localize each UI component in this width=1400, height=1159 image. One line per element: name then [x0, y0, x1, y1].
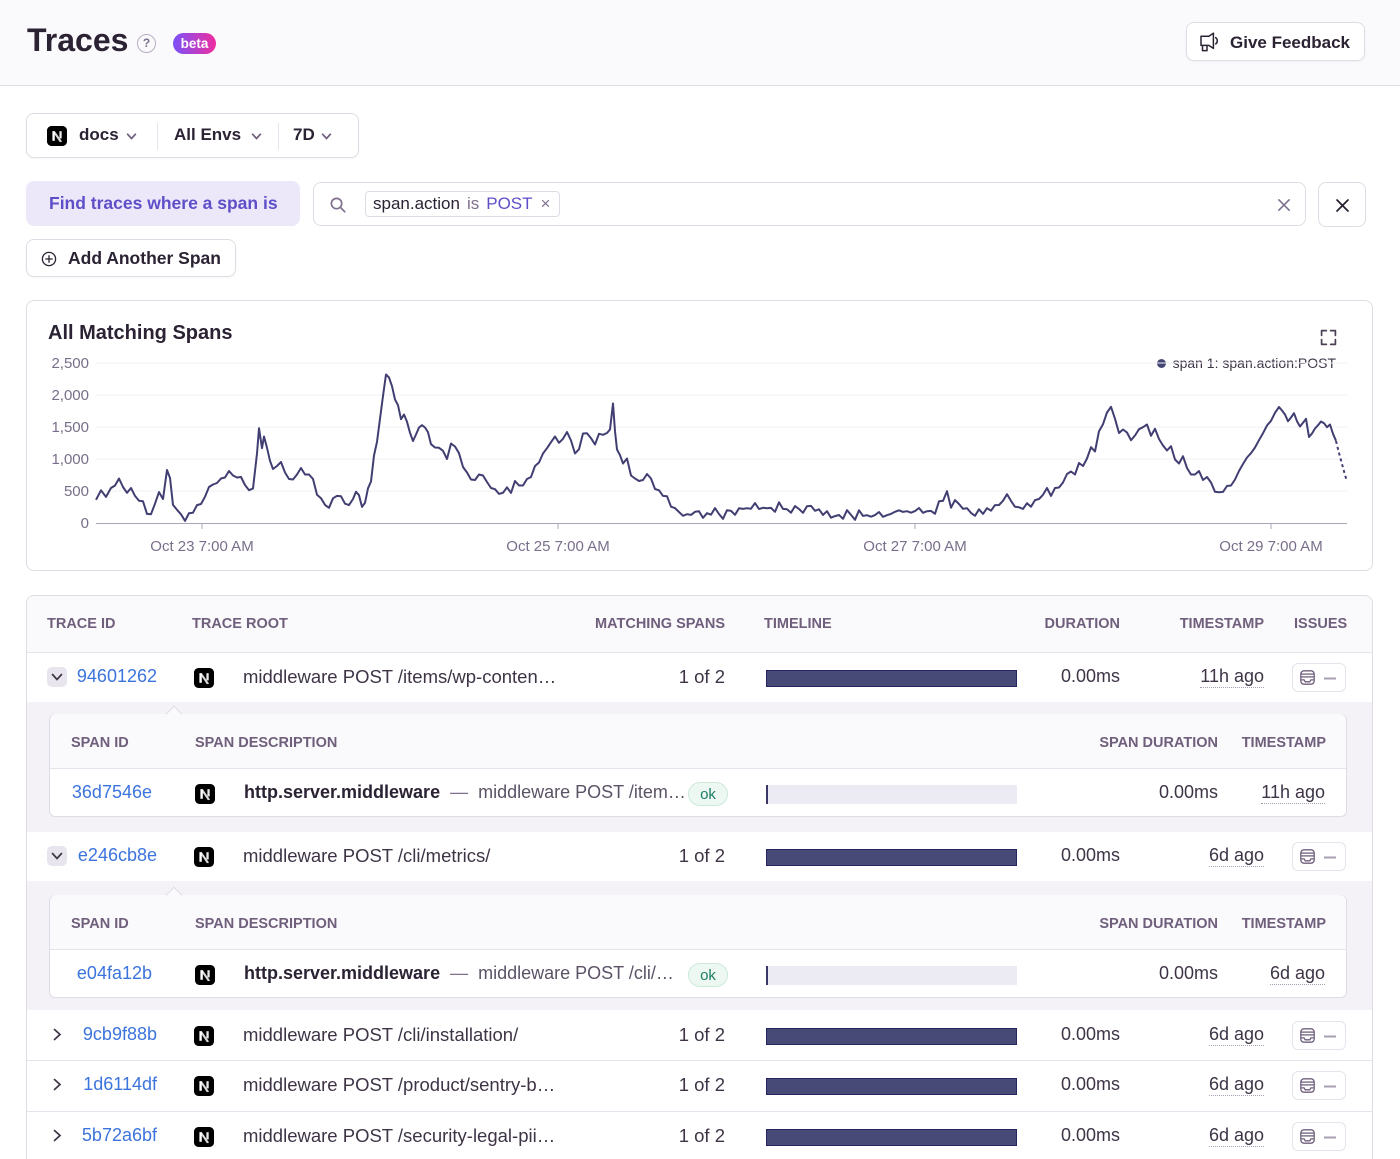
svg-text:500: 500 — [64, 483, 89, 500]
svg-text:2,000: 2,000 — [51, 387, 89, 404]
svg-text:Oct 29 7:00 AM: Oct 29 7:00 AM — [1219, 538, 1322, 555]
svg-text:Oct 25 7:00 AM: Oct 25 7:00 AM — [506, 538, 609, 555]
svg-text:1,000: 1,000 — [51, 451, 89, 468]
svg-text:Oct 23 7:00 AM: Oct 23 7:00 AM — [150, 538, 253, 555]
svg-text:0: 0 — [81, 515, 89, 532]
svg-text:Oct 27 7:00 AM: Oct 27 7:00 AM — [863, 538, 966, 555]
svg-text:1,500: 1,500 — [51, 419, 89, 436]
svg-text:2,500: 2,500 — [51, 355, 89, 372]
